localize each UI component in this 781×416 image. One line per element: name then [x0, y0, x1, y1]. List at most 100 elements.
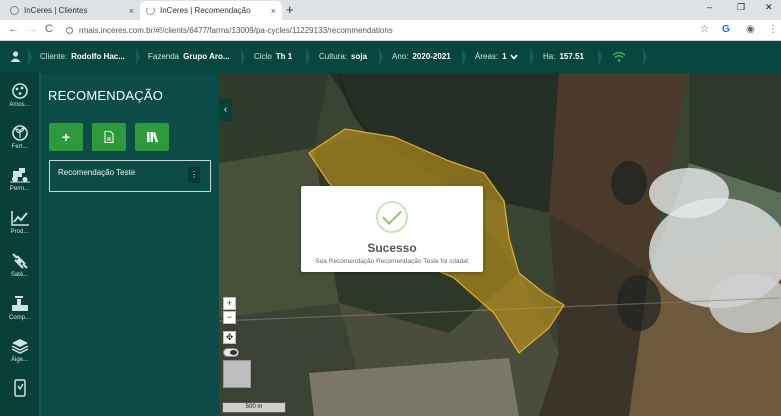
library-icon	[146, 132, 158, 143]
fazenda-label: Fazenda	[148, 52, 180, 61]
header-divider	[303, 48, 313, 66]
account-icon[interactable]: ◉	[746, 24, 755, 35]
header-divider	[459, 48, 469, 66]
rail-item-fertilidade[interactable]: Fert...	[0, 120, 39, 160]
tab-close-icon[interactable]: ×	[129, 6, 134, 16]
tab-title: InCeres | Clientes	[24, 6, 88, 15]
new-tab-button[interactable]: +	[286, 2, 294, 17]
compaction-icon	[11, 296, 28, 311]
areas-value: 1	[502, 52, 507, 61]
header-divider	[25, 48, 35, 66]
header-divider	[640, 48, 650, 66]
tab-favicon-icon	[10, 6, 19, 15]
user-icon[interactable]	[10, 51, 21, 62]
tab-close-icon[interactable]: ×	[271, 6, 276, 16]
recommendation-menu-button[interactable]: ⋮	[188, 167, 200, 183]
header-areas[interactable]: Áreas: 1	[475, 52, 518, 61]
basemap-selector[interactable]	[223, 360, 251, 388]
header-cultura[interactable]: Cultura: soja	[319, 52, 367, 61]
collapse-panel-button[interactable]: ‹	[219, 99, 232, 121]
ciclo-value: Th 1	[275, 52, 293, 61]
url-text: rmais.inceres.com.br/#!/clients/6477/far…	[79, 26, 393, 35]
modal-message: Sua Recomendação Recomendação Teste foi …	[315, 258, 469, 265]
zoom-in-button[interactable]: +	[223, 297, 236, 310]
toggle-knob	[230, 350, 237, 355]
fertility-icon	[11, 125, 28, 141]
pdf-icon	[104, 131, 114, 143]
rail-label: Álge...	[10, 357, 28, 363]
bookmark-star-icon[interactable]: ☆	[700, 24, 709, 35]
rail-item-permanentes[interactable]: Perm...	[0, 162, 39, 202]
rail-label: Prod...	[10, 229, 29, 235]
add-recommendation-button[interactable]: +	[49, 123, 83, 151]
cultura-label: Cultura:	[319, 52, 348, 61]
rail-label: Perm...	[9, 186, 30, 192]
plus-icon: +	[61, 129, 71, 145]
tractor-icon	[9, 168, 30, 183]
ano-label: Ano:	[392, 52, 409, 61]
rail-label: Comp...	[8, 315, 30, 321]
layer-toggle-switch[interactable]	[223, 348, 239, 357]
cliente-label: Cliente:	[40, 52, 68, 61]
site-info-icon[interactable]	[66, 27, 73, 34]
chevron-down-icon	[509, 53, 518, 60]
map-scale: 500 m	[222, 402, 286, 413]
header-ha: Ha: 157.51	[543, 52, 584, 61]
pdf-report-button[interactable]	[92, 123, 126, 151]
header-divider	[376, 48, 386, 66]
device-icon	[13, 379, 26, 397]
rail-label: Amos...	[9, 102, 30, 108]
recommendation-panel: RECOMENDAÇÃO + Recomendação Teste ⋮	[39, 73, 219, 416]
forward-button[interactable]: →	[27, 23, 38, 35]
tab-loading-icon	[146, 6, 155, 15]
areas-label: Áreas:	[475, 52, 499, 61]
translate-extension-icon[interactable]: G	[722, 24, 730, 35]
browser-menu-icon[interactable]: ⋮	[768, 24, 778, 35]
rail-item-amostragem[interactable]: Amos...	[0, 78, 39, 118]
rail-item-device[interactable]	[0, 375, 39, 415]
sampling-icon	[11, 83, 28, 99]
wifi-icon	[612, 51, 626, 62]
header-divider	[527, 48, 537, 66]
fazenda-value: Grupo Aro...	[183, 52, 230, 61]
zoom-out-button[interactable]: −	[223, 311, 236, 324]
rail-item-algebra[interactable]: Álge...	[0, 333, 39, 373]
panel-title: RECOMENDAÇÃO	[48, 88, 164, 103]
satellite-icon	[11, 253, 28, 269]
browser-tab-clientes[interactable]: InCeres | Clientes ×	[4, 1, 140, 20]
back-button[interactable]: ←	[8, 23, 19, 35]
address-bar: ← → C rmais.inceres.com.br/#!/clients/64…	[0, 20, 781, 41]
rail-label: Saté...	[10, 272, 29, 278]
ha-value: 157.51	[559, 52, 584, 61]
window-maximize-button[interactable]: ❐	[737, 2, 745, 13]
header-divider	[595, 48, 605, 66]
chart-line-icon	[10, 211, 29, 226]
rail-item-produtividade[interactable]: Prod...	[0, 205, 39, 245]
reload-button[interactable]: C	[45, 23, 53, 35]
browser-tab-recomendacao[interactable]: InCeres | Recomendação ×	[140, 1, 282, 20]
header-ciclo[interactable]: Ciclo Th 1	[254, 52, 292, 61]
url-field[interactable]: rmais.inceres.com.br/#!/clients/6477/far…	[66, 23, 696, 38]
ha-label: Ha:	[543, 52, 556, 61]
header-divider	[238, 48, 248, 66]
cultura-value: soja	[351, 52, 368, 61]
rail-label: Fert...	[11, 144, 28, 150]
success-check-icon	[376, 201, 408, 233]
header-cliente[interactable]: Cliente: Rodolfo Hac...	[40, 52, 125, 61]
header-fazenda[interactable]: Fazenda Grupo Aro...	[148, 52, 230, 61]
header-divider	[133, 48, 143, 66]
ano-value: 2020-2021	[412, 52, 451, 61]
library-button[interactable]	[135, 123, 169, 151]
rail-item-satelite[interactable]: Saté...	[0, 248, 39, 288]
header-ano[interactable]: Ano: 2020-2021	[392, 52, 451, 61]
recommendation-card[interactable]: Recomendação Teste ⋮	[49, 160, 211, 192]
window-close-button[interactable]: ✕	[765, 2, 773, 13]
browser-tab-strip: InCeres | Clientes × InCeres | Recomenda…	[0, 0, 781, 20]
module-rail: Amos... Fert... Perm... Prod... Saté...	[0, 73, 39, 416]
move-tool-button[interactable]: ✥	[223, 331, 236, 344]
layers-icon	[11, 339, 28, 354]
success-modal: Sucesso Sua Recomendação Recomendação Te…	[301, 186, 483, 272]
ciclo-label: Ciclo	[254, 52, 272, 61]
rail-item-compactacao[interactable]: Comp...	[0, 291, 39, 331]
window-minimize-button[interactable]: –	[707, 2, 712, 12]
